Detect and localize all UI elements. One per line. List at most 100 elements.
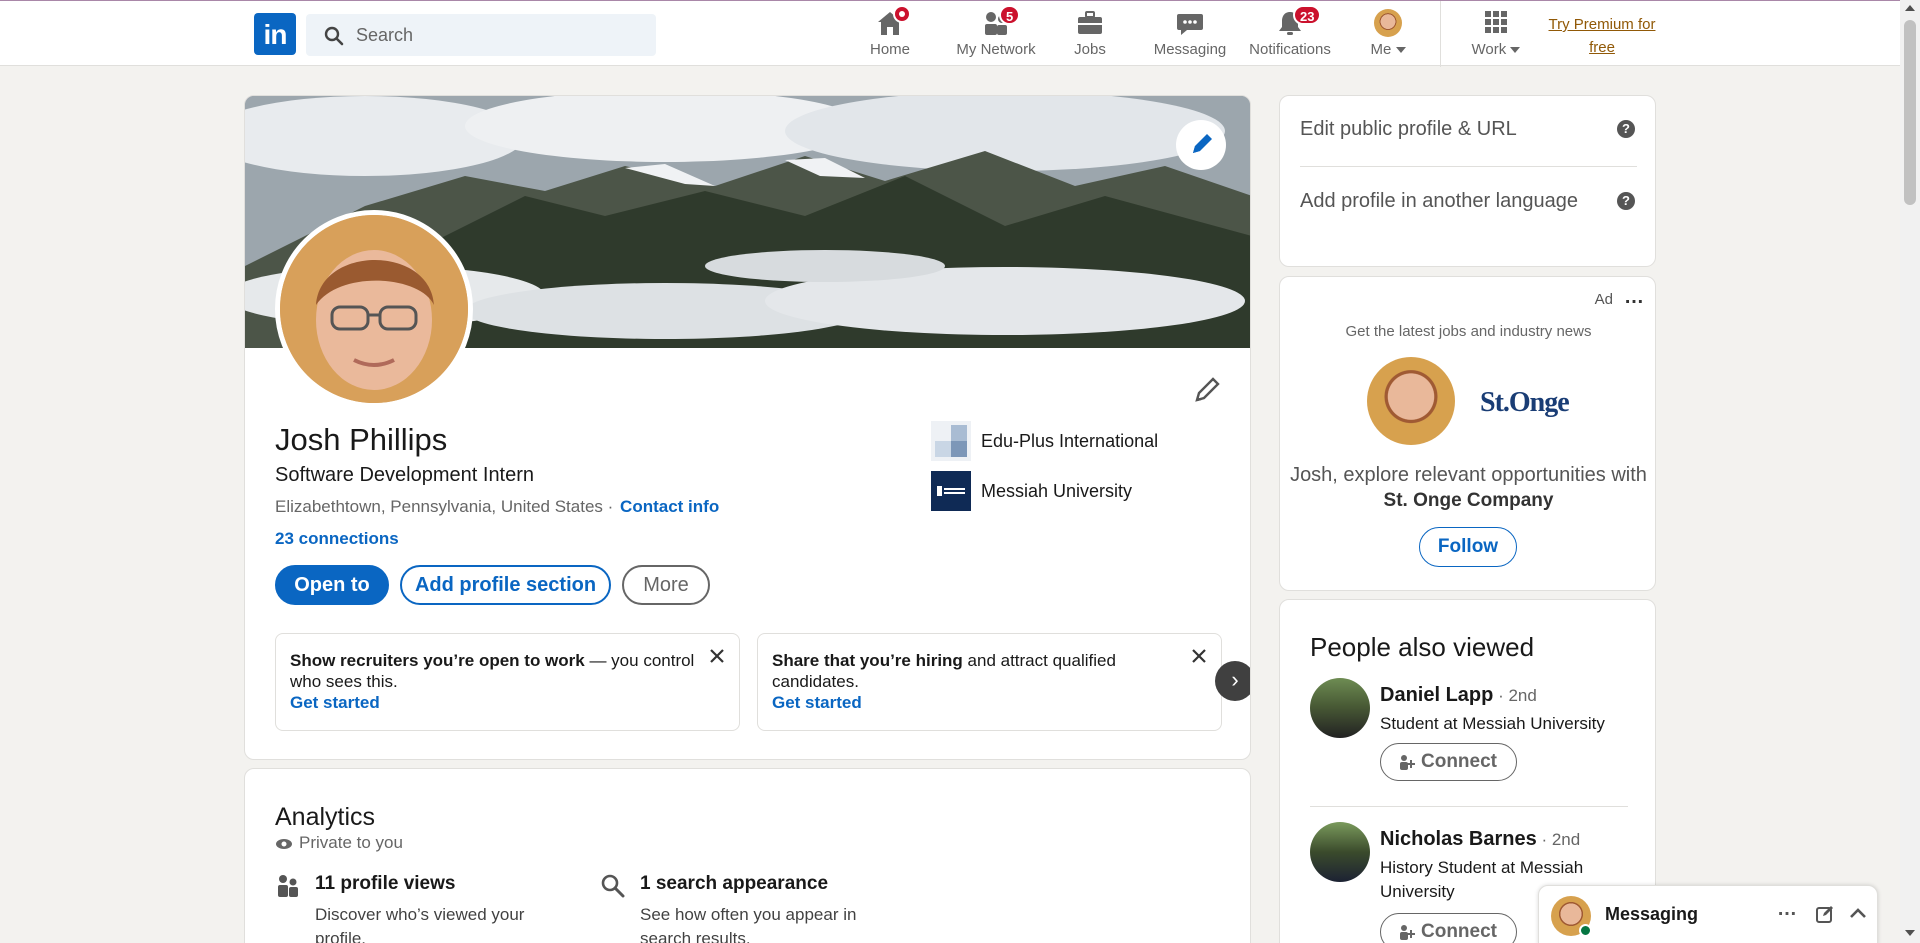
page-scrollbar[interactable]	[1900, 0, 1920, 943]
add-person-icon	[1400, 925, 1415, 940]
nav-notifications[interactable]: 23 Notifications	[1246, 5, 1334, 63]
notifications-badge: 23	[1293, 5, 1322, 25]
chevron-down-icon	[1395, 47, 1406, 54]
hiring-tip: Share that you’re hiring and attract qua…	[757, 633, 1222, 731]
profile-photo[interactable]	[275, 210, 473, 408]
add-profile-section-button[interactable]: Add profile section	[400, 565, 611, 605]
pencil-icon	[1193, 134, 1212, 153]
nav-notifications-label: Notifications	[1249, 41, 1331, 58]
person-role: Student at Messiah University	[1380, 714, 1605, 733]
add-language-text: Add profile in another language	[1300, 190, 1578, 212]
chevron-up-icon[interactable]	[1849, 906, 1867, 920]
connections-link[interactable]: 23 connections	[275, 529, 399, 549]
help-icon[interactable]: ?	[1617, 120, 1635, 138]
open-to-work-tip: Show recruiters you’re open to work — yo…	[275, 633, 740, 731]
messiah-university-logo	[931, 471, 971, 511]
pencil-icon	[1195, 377, 1220, 402]
compose-icon[interactable]	[1815, 904, 1835, 924]
carousel-next-button[interactable]: ›	[1215, 661, 1250, 701]
ad-message-text: Josh, explore relevant opportunities wit…	[1290, 464, 1647, 486]
nav-divider	[1440, 1, 1441, 67]
ad-message: Josh, explore relevant opportunities wit…	[1290, 463, 1647, 513]
nav-my-network[interactable]: 5 My Network	[946, 5, 1046, 63]
nav-work-label: Work	[1471, 41, 1507, 58]
location-text: Elizabethtown, Pennsylvania, United Stat…	[275, 497, 614, 516]
close-icon[interactable]	[1191, 648, 1207, 664]
ad-company: St. Onge Company	[1383, 490, 1554, 511]
edu-plus-logo	[931, 421, 971, 461]
person-avatar	[1310, 822, 1370, 882]
more-options-icon[interactable]: …	[1624, 287, 1645, 307]
search-appearances-title: 1 search appearance	[640, 873, 829, 894]
close-icon[interactable]	[709, 648, 725, 664]
network-badge: 5	[999, 5, 1021, 25]
person-avatar	[1310, 678, 1370, 738]
analytics-title: Analytics	[275, 803, 376, 831]
connection-degree: · 2nd	[1493, 686, 1537, 705]
linkedin-logo[interactable]: in	[254, 13, 296, 55]
edit-intro-button[interactable]	[1191, 374, 1223, 406]
notification-dot	[893, 5, 911, 23]
org-name: Edu-Plus International	[981, 431, 1159, 451]
try-premium-link[interactable]: Try Premium for free	[1542, 13, 1662, 59]
profile-name: Josh Phillips	[275, 422, 448, 457]
get-started-link[interactable]: Get started	[290, 692, 725, 713]
nav-home[interactable]: Home	[860, 5, 920, 63]
search-icon	[324, 26, 344, 46]
nav-jobs-label: Jobs	[1074, 41, 1106, 58]
edit-public-profile-text: Edit public profile & URL	[1300, 118, 1517, 140]
online-status-dot	[1579, 924, 1592, 937]
search-bar[interactable]	[306, 14, 656, 56]
profile-photo-face	[280, 215, 468, 403]
scroll-down-arrow[interactable]	[1905, 930, 1915, 936]
profile-views-title: 11 profile views	[315, 873, 456, 894]
more-options-icon[interactable]: …	[1777, 898, 1798, 921]
scrollbar-thumb[interactable]	[1904, 20, 1916, 205]
divider	[1300, 166, 1637, 167]
private-text: Private to you	[299, 833, 403, 852]
messaging-icon	[1177, 14, 1203, 35]
edit-public-profile-link[interactable]: Edit public profile & URL	[1300, 114, 1630, 144]
search-appearances-desc: See how often you appear in search resul…	[640, 905, 857, 943]
top-nav: in Home 5 My Network Jobs Messaging 2	[0, 0, 1900, 67]
person-name: Daniel Lapp	[1380, 684, 1494, 706]
scroll-up-arrow[interactable]	[1905, 5, 1915, 11]
more-button[interactable]: More	[622, 565, 710, 605]
add-person-icon	[1400, 755, 1415, 770]
add-language-profile-link[interactable]: Add profile in another language	[1300, 186, 1630, 216]
nav-me[interactable]: Me	[1366, 7, 1410, 63]
chevron-down-icon	[1510, 47, 1521, 54]
profile-settings-card: Edit public profile & URL ? Add profile …	[1279, 95, 1656, 267]
nav-messaging[interactable]: Messaging	[1150, 7, 1230, 63]
open-to-button[interactable]: Open to	[275, 565, 389, 605]
profile-card: Josh Phillips Software Development Inter…	[244, 95, 1251, 760]
briefcase-icon	[1078, 11, 1102, 34]
messaging-overlay[interactable]: Messaging …	[1538, 885, 1878, 943]
follow-button[interactable]: Follow	[1419, 527, 1517, 567]
connect-button[interactable]: Connect	[1380, 743, 1517, 781]
get-started-link[interactable]: Get started	[772, 692, 1207, 713]
contact-info-link[interactable]: Contact info	[620, 497, 719, 516]
nav-jobs[interactable]: Jobs	[1070, 7, 1110, 63]
connect-button[interactable]: Connect	[1380, 913, 1517, 943]
person-item[interactable]: Daniel Lapp · 2nd Student at Messiah Uni…	[1310, 678, 1640, 808]
people-also-viewed-title: People also viewed	[1310, 632, 1535, 662]
premium-line-2: free	[1589, 39, 1615, 56]
nav-messaging-label: Messaging	[1153, 41, 1227, 58]
analytics-card: Analytics Private to you 11 profile view…	[244, 768, 1251, 943]
search-input[interactable]	[356, 14, 646, 56]
messaging-title: Messaging	[1605, 904, 1699, 924]
help-icon[interactable]: ?	[1617, 192, 1635, 210]
avatar	[1374, 9, 1402, 37]
profile-headline: Software Development Intern	[275, 464, 535, 486]
connect-label: Connect	[1421, 751, 1497, 772]
nav-work[interactable]: Work	[1466, 7, 1526, 63]
ad-user-avatar	[1367, 357, 1455, 445]
connect-label: Connect	[1421, 921, 1497, 942]
edit-banner-button[interactable]	[1176, 120, 1226, 170]
connection-degree: · 2nd	[1536, 830, 1581, 849]
people-icon	[278, 875, 298, 897]
st-onge-logo: St.Onge	[1480, 387, 1570, 418]
ad-card: Ad … Get the latest jobs and industry ne…	[1279, 276, 1656, 591]
nav-my-network-label: My Network	[956, 41, 1036, 58]
